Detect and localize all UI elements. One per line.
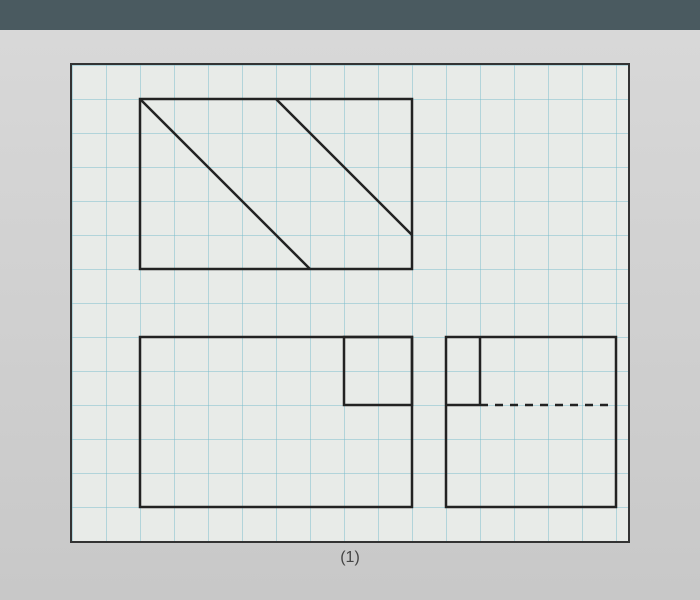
top-view-outline — [140, 99, 412, 269]
diagram-frame — [70, 63, 630, 543]
figure-caption: (1) — [340, 549, 360, 567]
orthographic-drawing — [72, 65, 632, 545]
canvas-area: (1) — [0, 30, 700, 600]
window-titlebar — [0, 0, 700, 30]
top-view-diagonal-1 — [140, 99, 310, 269]
top-view-diagonal-2 — [276, 99, 412, 235]
side-view-outline — [446, 337, 616, 507]
front-view-inset — [344, 337, 412, 405]
front-view-outline — [140, 337, 412, 507]
